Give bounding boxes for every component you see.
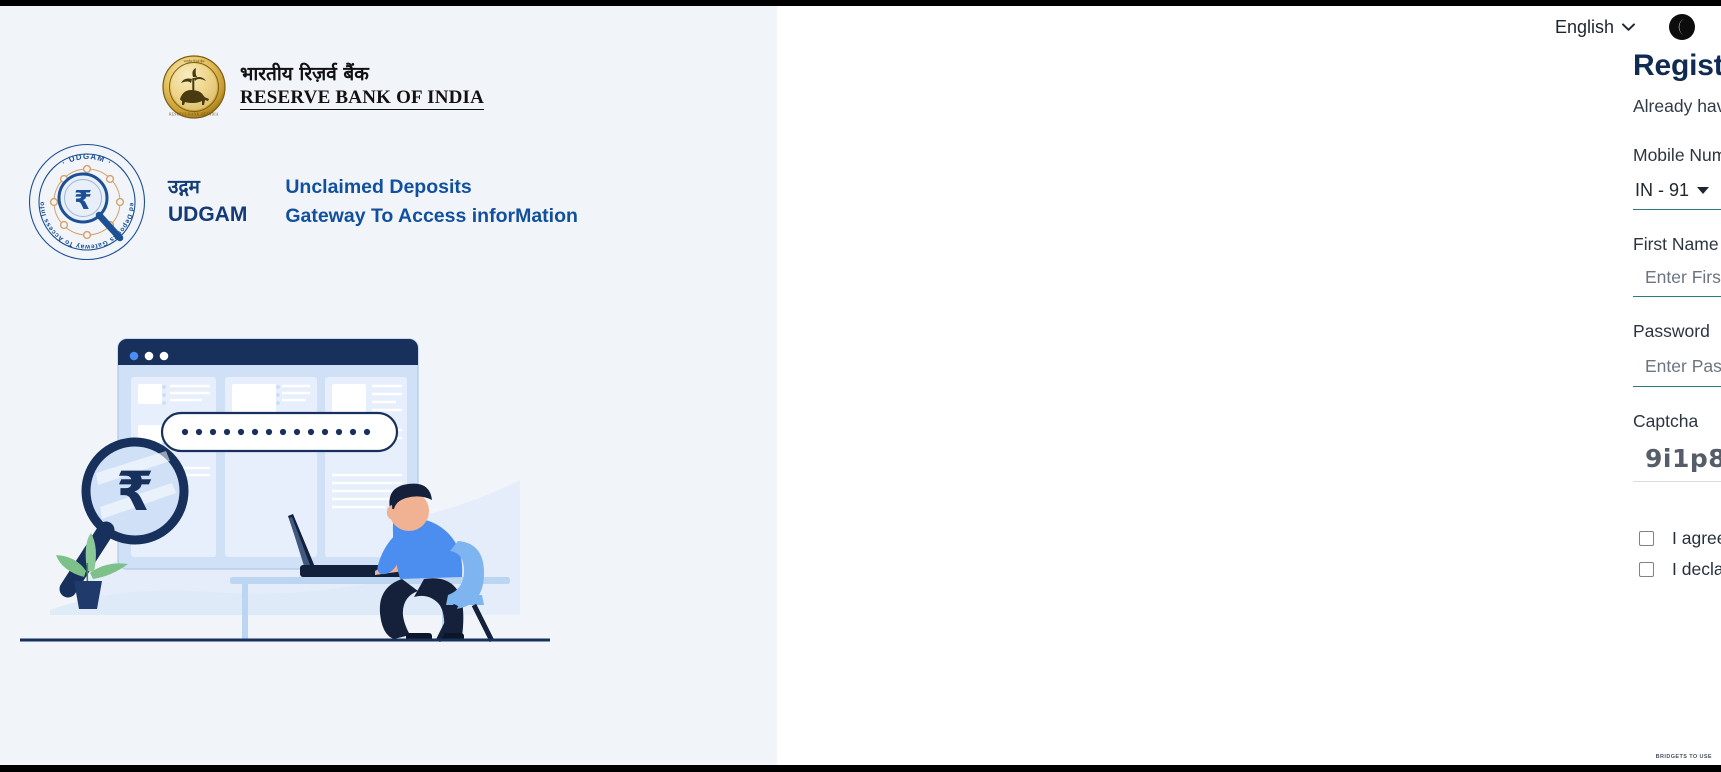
registration-page: भारतीय रिज़र्व बैंक RESERVE BANK OF INDI…	[0, 0, 1721, 772]
svg-text:भारतीय रिज़र्व बैंक: भारतीय रिज़र्व बैंक	[184, 59, 206, 63]
language-selector[interactable]: English	[1555, 17, 1635, 38]
udgam-logo: · UDGAM · Unclaimed Deposits Gateway To …	[28, 143, 578, 261]
udgam-name-english: UDGAM	[168, 202, 248, 226]
svg-text:₹: ₹	[116, 460, 154, 523]
rbi-wordmark: भारतीय रिज़र्व बैंक RESERVE BANK OF INDI…	[240, 62, 485, 111]
svg-text:RESERVE BANK OF INDIA: RESERVE BANK OF INDIA	[169, 113, 219, 117]
name-row: First Name Last Name	[1633, 210, 1721, 297]
rbi-name-hindi: भारतीय रिज़र्व बैंक	[240, 62, 369, 85]
window-frame-top	[0, 0, 1721, 6]
registration-form: Register using mobile number Already hav…	[1633, 48, 1721, 590]
country-code-dropdown[interactable]: IN - 91	[1633, 180, 1721, 201]
first-name-input[interactable]	[1645, 267, 1721, 288]
udgam-seal-icon: · UDGAM · Unclaimed Deposits Gateway To …	[28, 143, 146, 261]
captcha-row: Captcha 9i1p8da .	[1633, 387, 1721, 482]
rbi-name-english: RESERVE BANK OF INDIA	[240, 87, 485, 111]
first-name-input-wrapper	[1633, 267, 1721, 297]
country-code-value: IN - 91	[1635, 180, 1690, 200]
first-name-field-group: First Name	[1633, 234, 1721, 297]
udgam-name-hindi: उद्गम	[168, 176, 200, 198]
page-title: Register using mobile number	[1633, 49, 1721, 82]
disclaimer-text-1: I agree to the	[1672, 528, 1721, 548]
svg-text:₹: ₹	[74, 186, 92, 216]
form-panel: English Register using mobile number Alr…	[777, 0, 1721, 772]
udgam-tagline-line2: Gateway To Access inforMation	[285, 204, 578, 227]
password-label: Password	[1633, 321, 1710, 341]
declaration-checkbox[interactable]	[1639, 562, 1654, 577]
window-frame-bottom	[0, 765, 1721, 772]
mobile-number-label: Mobile Number	[1633, 145, 1721, 165]
branding-panel: भारतीय रिज़र्व बैंक RESERVE BANK OF INDI…	[0, 0, 777, 772]
chevron-down-icon	[1622, 23, 1635, 31]
first-name-label: First Name	[1633, 234, 1719, 254]
rbi-seal-icon: भारतीय रिज़र्व बैंक RESERVE BANK OF INDI…	[162, 55, 226, 119]
captcha-display-group: Captcha 9i1p8da	[1633, 411, 1721, 482]
password-input[interactable]	[1645, 355, 1721, 377]
hero-illustration: ₹	[20, 338, 550, 643]
password-input-wrapper	[1633, 354, 1721, 387]
consent-row-disclaimer: I agree to the Disclaimer and the Privac…	[1639, 528, 1721, 549]
declaration-label: I declare that the usage of this portal …	[1672, 559, 1721, 579]
consent-row-declaration: I declare that the usage of this portal …	[1639, 559, 1721, 580]
udgam-tagline-line1: Unclaimed Deposits	[285, 176, 472, 199]
language-label: English	[1554, 16, 1614, 37]
footer-note: BRIDGETS TO USE	[1655, 754, 1712, 760]
password-row: Password Re-enter Password	[1633, 297, 1721, 387]
disclaimer-checkbox[interactable]	[1639, 531, 1654, 546]
captcha-code: 9i1p8da	[1645, 444, 1721, 473]
mobile-number-field-group: Mobile Number IN - 91	[1633, 145, 1721, 210]
password-field-group: Password	[1633, 321, 1721, 387]
consent-checkboxes: I agree to the Disclaimer and the Privac…	[1633, 528, 1721, 580]
rbi-logo: भारतीय रिज़र्व बैंक RESERVE BANK OF INDI…	[162, 55, 485, 119]
udgam-tagline: Unclaimed Deposits Gateway To Access inf…	[285, 174, 578, 230]
dark-mode-moon-icon[interactable]	[1669, 14, 1695, 40]
login-prompt: Already have an account? Login	[1633, 96, 1721, 117]
mobile-number-input-row: IN - 91	[1633, 180, 1721, 210]
caret-down-icon	[1697, 187, 1710, 194]
top-bar: English	[1555, 14, 1695, 40]
captcha-display: 9i1p8da	[1633, 444, 1721, 482]
captcha-label: Captcha	[1633, 411, 1699, 431]
disclaimer-label: I agree to the Disclaimer and the Privac…	[1672, 528, 1721, 549]
udgam-abbreviation: उद्गम UDGAM	[168, 176, 247, 228]
login-prompt-text: Already have an account?	[1633, 96, 1721, 116]
